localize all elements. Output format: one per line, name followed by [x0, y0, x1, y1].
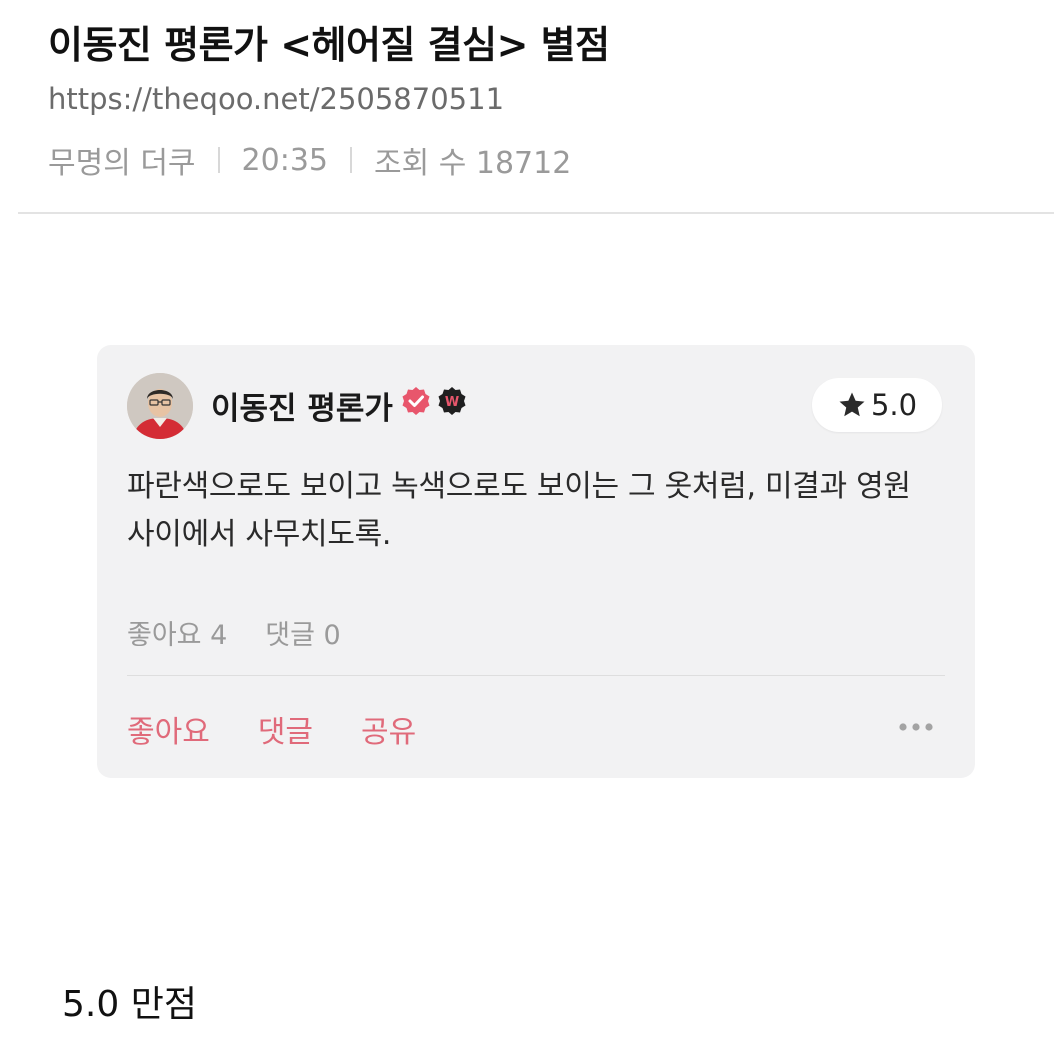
w-badge-letter: W — [445, 395, 459, 410]
header-divider — [18, 212, 1054, 214]
meta-divider — [350, 147, 353, 173]
post-meta: 무명의 더쿠 20:35 조회 수 18712 — [48, 138, 571, 182]
action-bar: 좋아요 댓글 공유 — [127, 707, 416, 751]
review-text: 파란색으로도 보이고 녹색으로도 보이는 그 옷처럼, 미결과 영원 사이에서 … — [127, 469, 911, 552]
page: 이동진 평론가 <헤어질 결심> 별점 https://theqoo.net/2… — [0, 0, 1054, 1063]
avatar-image — [127, 373, 193, 439]
caption-text: 5.0 만점 — [62, 984, 197, 1025]
post-url[interactable]: https://theqoo.net/2505870511 — [48, 82, 504, 116]
post-views: 조회 수 18712 — [374, 146, 572, 181]
like-button[interactable]: 좋아요 — [127, 707, 210, 751]
post-author: 무명의 더쿠 — [48, 146, 196, 181]
critic-name[interactable]: 이동진 평론가 — [211, 383, 393, 428]
comments-count: 댓글 0 — [265, 620, 341, 651]
share-button[interactable]: 공유 — [361, 707, 416, 751]
post-title: 이동진 평론가 <헤어질 결심> 별점 — [48, 23, 610, 67]
more-dots-icon[interactable] — [897, 720, 935, 734]
comment-button[interactable]: 댓글 — [258, 707, 313, 751]
rating-badge: 5.0 — [812, 378, 942, 432]
rating-value: 5.0 — [870, 388, 918, 422]
likes-count: 좋아요 4 — [127, 620, 228, 651]
review-card: 이동진 평론가 W 5.0 파란색으로도 보이고 녹색으로도 보이는 그 옷처럼… — [97, 345, 975, 778]
meta-divider — [217, 147, 220, 173]
verified-check-icon — [402, 387, 430, 415]
critic-avatar[interactable] — [127, 373, 193, 439]
w-badge-icon: W — [438, 387, 466, 415]
card-divider — [127, 675, 945, 676]
review-stats: 좋아요 4 댓글 0 — [127, 613, 341, 652]
star-icon — [839, 392, 865, 417]
post-time: 20:35 — [241, 142, 329, 178]
